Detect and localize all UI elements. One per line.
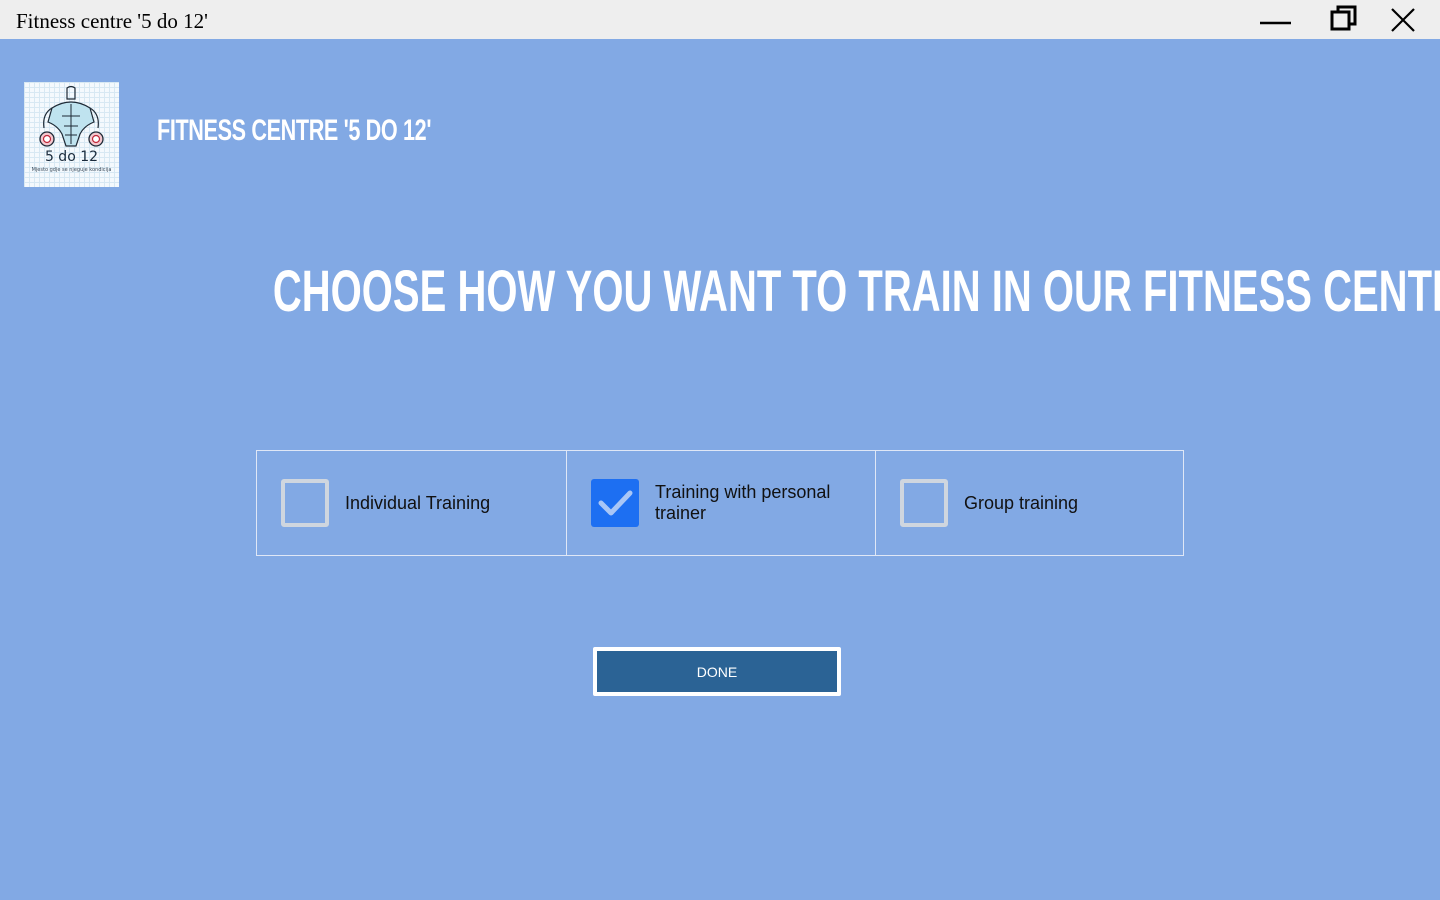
option-personal-trainer[interactable]: Training with personal trainer	[566, 451, 875, 555]
option-label: Individual Training	[345, 492, 491, 513]
minimize-icon	[1260, 21, 1291, 25]
window-title: Fitness centre '5 do 12'	[16, 9, 208, 33]
checkbox-group-training[interactable]	[900, 479, 948, 527]
option-individual-training[interactable]: Individual Training	[257, 451, 566, 555]
checkbox-personal-trainer[interactable]	[591, 479, 639, 527]
checkmark-icon	[598, 490, 633, 516]
close-icon	[1391, 8, 1415, 32]
window-titlebar: Fitness centre '5 do 12'	[0, 0, 1440, 39]
logo-tagline: Mjesto gdje se njeguje kondicija	[31, 167, 112, 173]
restore-button[interactable]	[1315, 0, 1373, 39]
done-button[interactable]: DONE	[593, 647, 841, 696]
app-logo: 5 do 12 Mjesto gdje se njeguje kondicija	[24, 82, 119, 187]
option-label: Group training	[964, 492, 1079, 513]
training-options: Individual Training Training with person…	[256, 450, 1184, 556]
checkbox-individual-training[interactable]	[281, 479, 329, 527]
minimize-button[interactable]	[1247, 0, 1305, 39]
restore-icon	[1330, 5, 1357, 31]
logo-text: 5 do 12	[44, 149, 99, 165]
option-group-training[interactable]: Group training	[875, 451, 1183, 555]
app-name: FITNESS CENTRE '5 DO 12'	[157, 114, 432, 147]
page-heading-text: CHOOSE HOW YOU WANT TO TRAIN IN OUR FITN…	[272, 259, 1440, 324]
close-button[interactable]	[1374, 0, 1432, 39]
page-heading: CHOOSE HOW YOU WANT TO TRAIN IN OUR FITN…	[0, 260, 1440, 339]
option-label: Training with personal trainer	[655, 482, 831, 523]
